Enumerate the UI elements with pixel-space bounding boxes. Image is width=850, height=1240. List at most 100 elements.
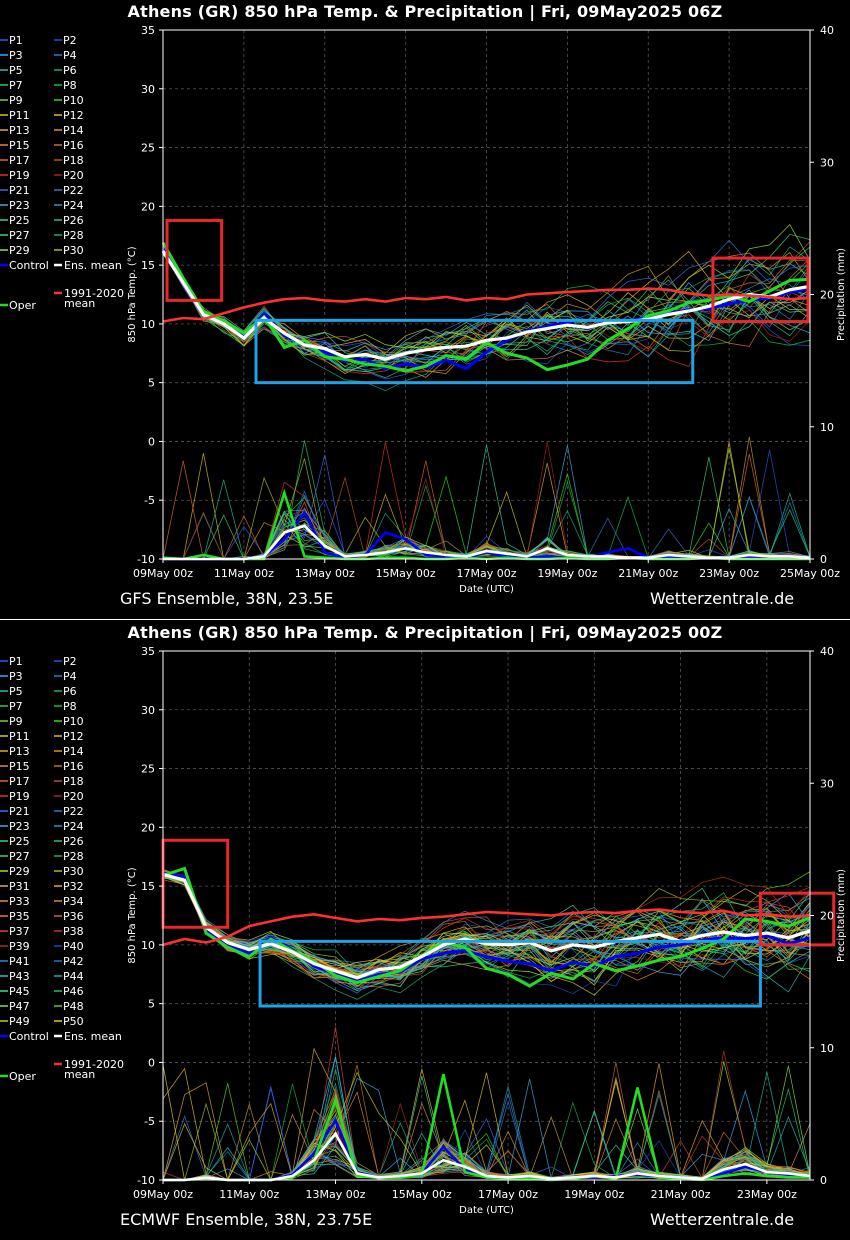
x-tick-label: 13May 00z: [295, 567, 355, 580]
legend-label: Oper: [9, 299, 36, 312]
legend-label: P26: [63, 835, 84, 848]
x-tick-label: 19May 00z: [537, 567, 597, 580]
legend-label: P27: [9, 229, 30, 242]
y-tick-label: 35: [141, 645, 155, 658]
legend-label: P21: [9, 184, 30, 197]
y-tick-label: -10: [137, 553, 155, 566]
legend-label: P20: [63, 790, 84, 803]
legend-label: P9: [9, 94, 23, 107]
legend-label: P34: [63, 895, 84, 908]
legend-label: P4: [63, 670, 77, 683]
legend-label: P6: [63, 64, 77, 77]
legend-label: P39: [9, 940, 30, 953]
x-tick-label: 23May 00z: [699, 567, 759, 580]
ecmwf-chart: -10 -5 0 5 10 15 20 25 30 35 0 10 20 30 40 09May 00z 11M…: [0, 645, 847, 1216]
y2-tick-label: 0: [820, 553, 827, 566]
legend-label: P14: [63, 745, 84, 758]
y2-tick-label: 20: [820, 910, 834, 923]
legend-label: P11: [9, 109, 30, 122]
member-precip-line: [163, 1064, 811, 1181]
legend-label: P3: [9, 49, 23, 62]
member-precip-line: [162, 1067, 811, 1181]
legend-label: P18: [63, 775, 84, 788]
y-tick-label: -5: [144, 1115, 155, 1128]
x-axis-label: Date (UTC): [459, 584, 514, 595]
legend-label: P22: [63, 184, 84, 197]
member-precip-line: [163, 1091, 811, 1181]
legend-label: P13: [9, 745, 30, 758]
legend-label: P40: [63, 940, 84, 953]
member-precip-line: [163, 1068, 811, 1181]
x-axis-label: Date (UTC): [459, 1205, 514, 1216]
legend-label: P12: [63, 109, 84, 122]
member-precip-line: [163, 1091, 811, 1181]
legend-label: P50: [63, 1015, 84, 1028]
y-tick-label: 20: [141, 200, 155, 213]
member-precip-line: [162, 1081, 811, 1181]
x-tick-label: 11May 00z: [219, 1188, 279, 1201]
legend-label: Control: [9, 259, 49, 272]
legend-label: P29: [9, 865, 30, 878]
y2-axis-label: Precipitation (mm): [836, 869, 847, 962]
legend-label: P45: [9, 985, 30, 998]
x-tick-label: 21May 00z: [618, 567, 678, 580]
y2-tick-label: 10: [820, 421, 834, 434]
y-tick-label: 0: [148, 1056, 155, 1069]
y2-tick-label: 0: [820, 1174, 827, 1187]
x-tick-label: 13May 00z: [306, 1188, 366, 1201]
legend-label: P20: [63, 169, 84, 182]
legend-label: P17: [9, 775, 30, 788]
model-label: GFS Ensemble, 38N, 23.5E: [120, 589, 334, 608]
site-label[interactable]: Wetterzentrale.de: [650, 1210, 794, 1229]
site-label[interactable]: Wetterzentrale.de: [650, 589, 794, 608]
x-tick-label: 17May 00z: [478, 1188, 538, 1201]
ecmwf-panel: Athens (GR) 850 hPa Temp. & Precipitatio…: [0, 620, 850, 1240]
red-annotation-box: [165, 218, 224, 302]
legend-label: P17: [9, 154, 30, 167]
legend-label: P48: [63, 1000, 84, 1013]
legend-label: P6: [63, 685, 77, 698]
x-tick-label: 25May 00z: [780, 567, 840, 580]
y-tick-label: 5: [148, 377, 155, 390]
legend-label: P43: [9, 970, 30, 983]
legend-label: P32: [63, 880, 84, 893]
legend-label: P33: [9, 895, 30, 908]
legend-label: P30: [63, 865, 84, 878]
member-precip-line: [163, 1077, 811, 1181]
legend-label: Oper: [9, 1070, 36, 1083]
y-tick-label: -5: [144, 494, 155, 507]
red-annotation-box: [161, 838, 230, 929]
legend-label: P2: [63, 655, 77, 668]
legend-label: P49: [9, 1015, 30, 1028]
y-tick-label: 5: [148, 998, 155, 1011]
member-precip-line: [163, 1061, 811, 1181]
legend-label: P18: [63, 154, 84, 167]
legend-label: P1: [9, 34, 23, 47]
legend-label: P8: [63, 700, 77, 713]
legend-label: P1: [9, 655, 23, 668]
y-axis-label: 850 hPa Temp. (°C): [127, 246, 138, 342]
legend: P1 P2 P3 P4 P5 P6 P7 P8 P9 P10 P11 P12 P13 P14 P15 P16 P…: [0, 655, 124, 1083]
legend-label: P5: [9, 64, 23, 77]
legend-label: P23: [9, 820, 30, 833]
x-tick-label: 09May 00z: [133, 1188, 193, 1201]
legend-label: P7: [9, 700, 23, 713]
legend-label: P42: [63, 955, 84, 968]
member-precip-line: [163, 1071, 811, 1181]
legend-label: P11: [9, 730, 30, 743]
legend-label: P3: [9, 670, 23, 683]
model-label: ECMWF Ensemble, 38N, 23.75E: [120, 1210, 373, 1229]
y2-tick-label: 40: [820, 645, 834, 658]
member-precip-line: [163, 1075, 811, 1181]
y2-tick-label: 30: [820, 156, 834, 169]
x-tick-label: 23May 00z: [737, 1188, 797, 1201]
legend-label: P22: [63, 805, 84, 818]
legend-label: P35: [9, 910, 30, 923]
legend-label: P46: [63, 985, 84, 998]
y-tick-label: -10: [137, 1174, 155, 1187]
legend-label: Control: [9, 1030, 49, 1043]
legend-label: P16: [63, 760, 84, 773]
legend-label: P19: [9, 169, 30, 182]
legend-label: P24: [63, 199, 84, 212]
member-precip-line: [162, 1064, 811, 1181]
